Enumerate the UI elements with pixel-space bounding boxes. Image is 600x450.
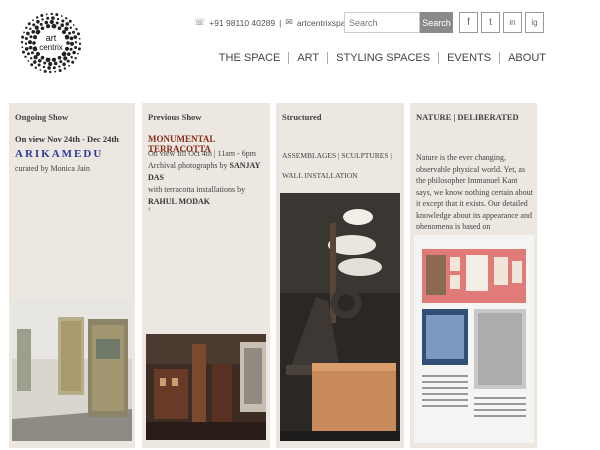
- show-description: On view till Oct 4th | 11am - 6pm Archiv…: [148, 149, 261, 206]
- gallery-image-catalogue[interactable]: [414, 235, 534, 443]
- main-nav: THE SPACE ART STYLING SPACES EVENTS ABOU…: [211, 52, 546, 64]
- structured-categories: ASSEMBLAGES | SCULPTURES | WALL INSTALLA…: [282, 151, 392, 180]
- show-dates: On view Nov 24th - Dec 24th: [15, 134, 119, 144]
- instagram-icon[interactable]: ig: [525, 12, 544, 33]
- chevron-left-icon[interactable]: ‹: [148, 204, 151, 213]
- logo-text-top: art: [46, 33, 57, 43]
- twitter-icon[interactable]: t: [481, 12, 500, 33]
- artcentrix-logo[interactable]: art centrix: [20, 12, 82, 74]
- nav-events[interactable]: EVENTS: [439, 52, 499, 64]
- panel-title: NATURE | DELIBERATED: [416, 112, 519, 122]
- facebook-icon[interactable]: f: [459, 12, 478, 33]
- gallery-image-terracotta[interactable]: [146, 334, 266, 440]
- email-icon: ✉: [285, 17, 293, 27]
- panel-title: Previous Show: [148, 112, 202, 122]
- gallery-image-sculpture[interactable]: [280, 193, 400, 441]
- search-button[interactable]: Search: [420, 12, 453, 33]
- nature-description: Nature is the ever changing, observable …: [416, 153, 533, 229]
- nav-styling-spaces[interactable]: STYLING SPACES: [328, 52, 438, 64]
- nature-deliberated-panel[interactable]: NATURE | DELIBERATED Nature is the ever …: [410, 103, 537, 448]
- search-input[interactable]: [344, 12, 420, 33]
- curator-text: curated by Monica Jain: [15, 164, 90, 173]
- phone-number[interactable]: +91 98110 40289: [209, 18, 275, 28]
- logo-dots-graphic: art centrix: [20, 12, 82, 74]
- gallery-image-arikamedu[interactable]: [12, 299, 132, 441]
- panel-title: Structured: [282, 112, 322, 122]
- logo-text-bottom: centrix: [39, 43, 63, 52]
- show-title-link[interactable]: ARIKAMEDU: [15, 148, 103, 160]
- phone-icon: ☏: [194, 17, 206, 27]
- ongoing-show-panel[interactable]: Ongoing Show On view Nov 24th - Dec 24th…: [9, 103, 135, 448]
- structured-panel[interactable]: Structured ASSEMBLAGES | SCULPTURES | WA…: [276, 103, 404, 448]
- nav-about[interactable]: ABOUT: [500, 52, 546, 64]
- nav-art[interactable]: ART: [289, 52, 327, 64]
- nav-the-space[interactable]: THE SPACE: [211, 52, 289, 64]
- youtube-icon[interactable]: in: [503, 12, 522, 33]
- previous-show-panel[interactable]: Previous Show MONUMENTAL TERRACOTTA On v…: [142, 103, 270, 448]
- panel-title: Ongoing Show: [15, 112, 69, 122]
